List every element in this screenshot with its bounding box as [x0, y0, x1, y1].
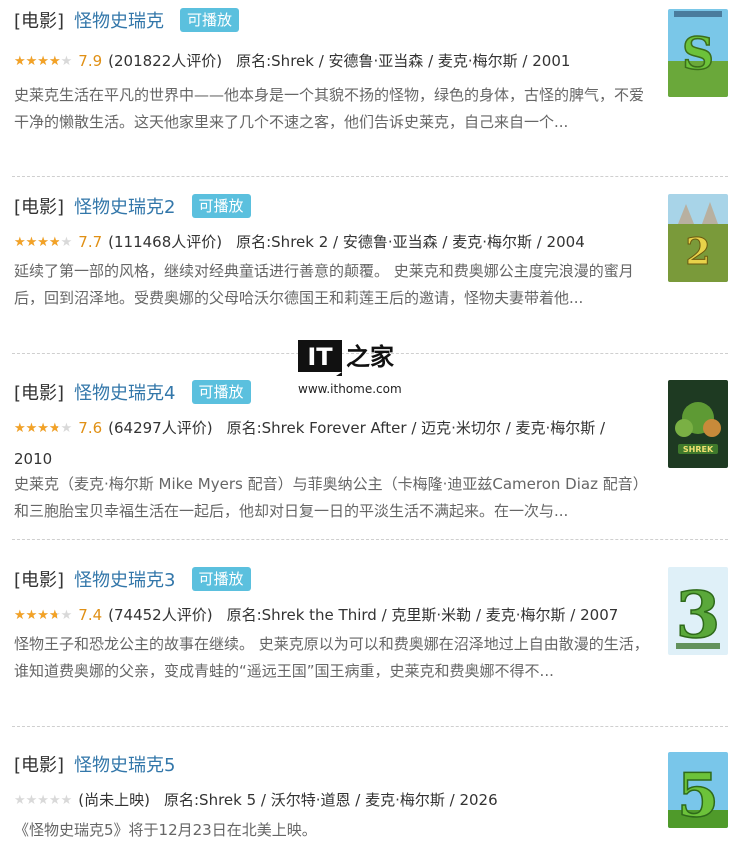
movie-poster[interactable]: SHREK [668, 380, 728, 468]
movie-title-link[interactable]: 怪物史瑞克 [74, 7, 164, 33]
result-title-line: [电影] 怪物史瑞克5 [14, 750, 176, 778]
movie-poster[interactable]: 5 [668, 752, 728, 828]
result-meta: ★★★★★★★★★★ 7.6 (64297人评价)原名:Shrek Forever … [14, 413, 644, 475]
result-description: 怪物王子和恐龙公主的故事在继续。 史莱克原以为可以和费奥娜在沼泽地过上自由散漫的… [14, 635, 649, 680]
result-divider [12, 539, 728, 540]
vote-count: (64297人评价) [108, 419, 213, 437]
result-divider [12, 726, 728, 727]
result-item: [电影] 怪物史瑞克5 ★★★★★★★★★★ (尚未上映) 原名:Shrek 5 /… [0, 750, 738, 846]
rating-score: 7.9 [78, 52, 103, 70]
playable-badge[interactable]: 可播放 [191, 194, 251, 218]
result-item: [电影] 怪物史瑞克 可播放 ★★★★★★★★★★ 7.9 (201822人评价) 原… [0, 6, 738, 176]
rating-stars-icon: ★★★★★★★★★★ [14, 54, 73, 69]
result-meta: ★★★★★★★★★★ 7.7 (111468人评价) 原名:Shrek 2 / 安德鲁… [14, 227, 644, 258]
vote-count: (201822人评价) [108, 52, 223, 70]
poster-shrek5-image: 5 [668, 752, 728, 828]
rating-score: 7.7 [78, 233, 103, 251]
result-description: 《怪物史瑞克5》将于12月23日在北美上映。 [14, 821, 317, 839]
result-title-line: [电影] 怪物史瑞克2 可播放 [14, 192, 251, 220]
svg-text:S: S [682, 29, 714, 80]
playable-badge[interactable]: 可播放 [191, 380, 251, 404]
movie-title-link[interactable]: 怪物史瑞克5 [74, 751, 175, 777]
category-label: [电影] [14, 570, 65, 591]
rating-stars-icon: ★★★★★★★★★★ [14, 421, 73, 436]
rating-stars-icon: ★★★★★★★★★★ [14, 608, 73, 623]
category-label: [电影] [14, 197, 65, 218]
vote-count: (尚未上映) [78, 791, 150, 809]
result-item: [电影] 怪物史瑞克3 可播放 ★★★★★★★★★★ 7.4 (74452人评价) 原… [0, 565, 738, 725]
original-info: 原名:Shrek 5 / 沃尔特·道恩 / 麦克·梅尔斯 / 2026 [164, 791, 498, 809]
category-label: [电影] [14, 383, 65, 404]
svg-text:SHREK: SHREK [683, 445, 714, 454]
result-description: 延续了第一部的风格，继续对经典童话进行善意的颠覆。 史莱克和费奥娜公主度完浪漫的… [14, 262, 634, 307]
movie-poster[interactable]: S [668, 9, 728, 97]
movie-title-link[interactable]: 怪物史瑞克4 [74, 379, 175, 405]
original-info: 原名:Shrek Forever After / 迈克·米切尔 / 麦克·梅尔斯… [14, 419, 606, 468]
playable-badge[interactable]: 可播放 [180, 8, 240, 32]
result-item: [电影] 怪物史瑞克2 可播放 ★★★★★★★★★★ 7.7 (111468人评价)… [0, 192, 738, 352]
original-info: 原名:Shrek 2 / 安德鲁·亚当森 / 麦克·梅尔斯 / 2004 [236, 233, 585, 251]
poster-shrek3-image: 3 [668, 567, 728, 655]
svg-text:IT: IT [307, 343, 333, 371]
original-info: 原名:Shrek / 安德鲁·亚当森 / 麦克·梅尔斯 / 2001 [236, 52, 571, 70]
vote-count: (74452人评价) [108, 606, 213, 624]
playable-badge[interactable]: 可播放 [191, 567, 251, 591]
svg-text:3: 3 [676, 578, 721, 653]
rating-stars-icon: ★★★★★★★★★★ [14, 793, 73, 808]
category-label: [电影] [14, 755, 65, 776]
poster-shrek-image: S [668, 9, 728, 97]
rating-score: 7.4 [78, 606, 103, 624]
poster-shrek4-image: SHREK [668, 380, 728, 468]
result-item: [电影] 怪物史瑞克4 可播放 ★★★★★★★★★★ 7.6 (64297人评价)原… [0, 378, 738, 538]
movie-title-link[interactable]: 怪物史瑞克2 [74, 193, 175, 219]
movie-poster[interactable]: 2 [668, 194, 728, 282]
original-info: 原名:Shrek the Third / 克里斯·米勒 / 麦克·梅尔斯 / 2… [226, 606, 619, 624]
result-title-line: [电影] 怪物史瑞克3 可播放 [14, 565, 251, 593]
movie-poster[interactable]: 3 [668, 567, 728, 655]
ithome-url: www.ithome.com [298, 382, 402, 396]
movie-title-link[interactable]: 怪物史瑞克3 [74, 566, 175, 592]
svg-text:5: 5 [677, 761, 719, 828]
result-meta: ★★★★★★★★★★ 7.9 (201822人评价) 原名:Shrek / 安德鲁·亚… [14, 46, 644, 77]
poster-shrek2-image: 2 [668, 194, 728, 282]
svg-text:之家: 之家 [346, 343, 394, 371]
result-title-line: [电影] 怪物史瑞克4 可播放 [14, 378, 251, 406]
result-meta: ★★★★★★★★★★ 7.4 (74452人评价) 原名:Shrek the Thir… [14, 600, 644, 631]
result-divider [12, 176, 728, 177]
result-meta: ★★★★★★★★★★ (尚未上映) 原名:Shrek 5 / 沃尔特·道恩 / 麦克… [14, 785, 644, 816]
result-description: 史莱克生活在平凡的世界中——他本身是一个其貌不扬的怪物，绿色的身体，古怪的脾气，… [14, 86, 645, 131]
ithome-logo-icon: IT 之家 [298, 340, 394, 376]
result-description: 史莱克（麦克·梅尔斯 Mike Myers 配音）与菲奥纳公主（卡梅隆·迪亚兹C… [14, 475, 648, 520]
result-title-line: [电影] 怪物史瑞克 可播放 [14, 6, 240, 34]
vote-count: (111468人评价) [108, 233, 223, 251]
category-label: [电影] [14, 11, 65, 32]
svg-text:2: 2 [685, 231, 710, 273]
ithome-watermark: IT 之家 www.ithome.com [298, 340, 402, 396]
rating-stars-icon: ★★★★★★★★★★ [14, 235, 73, 250]
rating-score: 7.6 [78, 419, 103, 437]
